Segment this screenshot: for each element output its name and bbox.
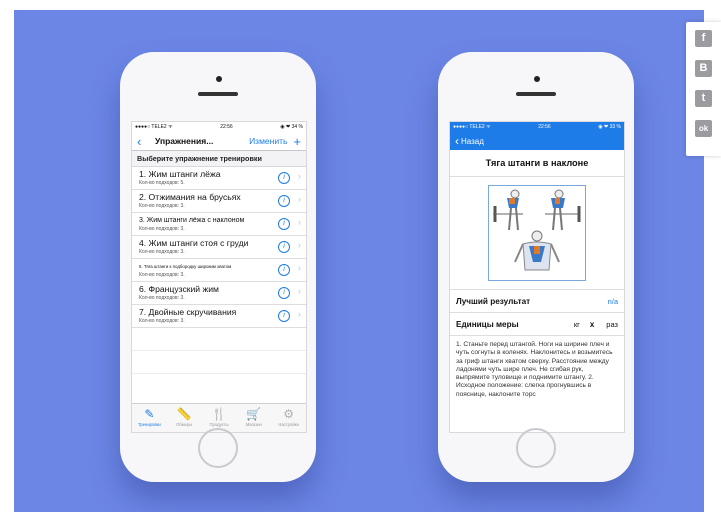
exercise-row[interactable]: 4. Жим штанги стоя с груди Кол-во подход… [132, 236, 306, 259]
info-icon[interactable]: i [278, 241, 290, 253]
home-button[interactable] [198, 428, 238, 468]
battery-indicator: ◉ ❤ 34 % [280, 124, 303, 130]
chevron-right-icon: › [298, 171, 301, 181]
best-result-label: Лучший результат [456, 296, 531, 306]
tab-shop[interactable]: 🛒 Магазин [236, 404, 271, 432]
nav-title: Упражнения... [155, 136, 214, 146]
exercise-name: 7. Двойные скручивания [139, 307, 237, 317]
exercise-name: 3. Жим штанги лёжа с наклоном [139, 217, 245, 224]
info-icon[interactable]: i [278, 172, 290, 184]
battery-indicator: ◉ ❤ 33 % [598, 124, 621, 130]
status-time: 22:56 [538, 124, 551, 130]
info-icon[interactable]: i [278, 287, 290, 299]
social-share-panel: f B t ok [686, 22, 721, 156]
exercise-name: 2. Отжимания на брусьях [139, 192, 241, 202]
exercise-sets: Кол-во подходов: 5. [139, 180, 185, 186]
edit-button[interactable]: Изменить [249, 136, 287, 146]
exercise-illustration [488, 185, 586, 281]
info-icon[interactable]: i [278, 264, 290, 276]
add-icon[interactable]: + [293, 134, 301, 149]
screen-exercise-detail: ●●●●○ TELE2 ᯤ 22:56 ◉ ❤ 33 % ‹ Назад Тяг… [449, 121, 625, 433]
exercise-title: Тяга штанги в наклоне [450, 150, 624, 177]
earpiece [198, 92, 238, 96]
exercise-row[interactable]: 2. Отжимания на брусьях Кол-во подходов:… [132, 190, 306, 213]
tab-label: Продукты [209, 422, 229, 427]
chevron-right-icon: › [298, 217, 301, 227]
carrier-signal: ●●●●○ TELE2 ᯤ [135, 124, 173, 130]
empty-row [132, 328, 306, 351]
status-bar: ●●●●○ TELE2 ᯤ 22:56 ◉ ❤ 34 % [132, 122, 306, 132]
unit-reps[interactable]: раз [606, 320, 618, 329]
earpiece [516, 92, 556, 96]
back-button[interactable]: Назад [461, 137, 484, 146]
section-header: Выберите упражнение тренировки [132, 151, 306, 167]
units-row: Единицы меры кг x раз [450, 312, 624, 335]
unit-kg[interactable]: кг [574, 320, 580, 329]
exercise-sets: Кол-во подходов: 3. [139, 295, 185, 301]
tab-measurements[interactable]: 📏 Обмеры [167, 404, 202, 432]
exercise-name: 1. Жим штанги лёжа [139, 169, 221, 179]
back-chevron-icon[interactable]: ‹ [137, 134, 155, 149]
tab-label: Магазин [245, 422, 262, 427]
exercise-sets: Кол-во подходов: 3. [139, 318, 185, 324]
info-icon[interactable]: i [278, 195, 290, 207]
best-result-row[interactable]: Лучший результат n/a [450, 289, 624, 312]
info-icon[interactable]: i [278, 310, 290, 322]
exercise-sets: Кол-во подходов: 3. [139, 226, 185, 232]
exercise-row[interactable]: 6. Французский жим Кол-во подходов: 3. i… [132, 282, 306, 305]
info-icon[interactable]: i [278, 218, 290, 230]
tab-label: Тренировки [138, 422, 161, 427]
promo-background: ●●●●○ TELE2 ᯤ 22:56 ◉ ❤ 34 % ‹ Упражнени… [14, 10, 704, 512]
tab-label: Обмеры [176, 422, 193, 427]
exercise-sets: Кол-во подходов: 3. [139, 203, 185, 209]
units-label: Единицы меры [456, 319, 519, 329]
vk-icon[interactable]: B [695, 60, 712, 77]
odnoklassniki-icon[interactable]: ok [695, 120, 712, 137]
empty-row [132, 351, 306, 374]
ruler-icon: 📏 [176, 407, 192, 421]
exercise-row[interactable]: 1. Жим штанги лёжа Кол-во подходов: 5. i… [132, 167, 306, 190]
barbell-row-illustration [493, 189, 581, 271]
best-result-value: n/a [607, 296, 618, 306]
exercise-sets: Кол-во подходов: 3. [139, 249, 185, 255]
fork-knife-icon: 🍴 [211, 407, 227, 421]
unit-times: x [589, 319, 595, 329]
exercise-row[interactable]: 5. Тяга штанги к подбородку широким хват… [132, 259, 306, 282]
front-camera [534, 76, 540, 82]
chevron-right-icon: › [298, 194, 301, 204]
navigation-bar: ‹ Упражнения... Изменить + [132, 132, 306, 151]
exercise-name: 6. Французский жим [139, 284, 219, 294]
twitter-icon[interactable]: t [695, 90, 712, 107]
navigation-bar: ‹ Назад [450, 132, 624, 150]
screen-exercise-list: ●●●●○ TELE2 ᯤ 22:56 ◉ ❤ 34 % ‹ Упражнени… [131, 121, 307, 433]
gear-icon: ⚙ [283, 407, 294, 421]
home-button[interactable] [516, 428, 556, 468]
chevron-right-icon: › [298, 263, 301, 273]
status-bar: ●●●●○ TELE2 ᯤ 22:56 ◉ ❤ 33 % [450, 122, 624, 132]
exercise-row[interactable]: 3. Жим штанги лёжа с наклоном Кол-во под… [132, 213, 306, 236]
chevron-right-icon: › [298, 286, 301, 296]
exercise-name: 5. Тяга штанги к подбородку широким хват… [139, 264, 232, 269]
tab-settings[interactable]: ⚙ Настройки [271, 404, 306, 432]
phone-mockup-left: ●●●●○ TELE2 ᯤ 22:56 ◉ ❤ 34 % ‹ Упражнени… [120, 52, 316, 482]
tab-label: Настройки [278, 422, 299, 427]
cart-icon: 🛒 [246, 407, 262, 421]
back-chevron-icon[interactable]: ‹ [455, 134, 459, 148]
exercise-name: 4. Жим штанги стоя с груди [139, 238, 249, 248]
chevron-right-icon: › [298, 309, 301, 319]
phone-mockup-right: ●●●●○ TELE2 ᯤ 22:56 ◉ ❤ 33 % ‹ Назад Тяг… [438, 52, 634, 482]
status-time: 22:56 [220, 124, 233, 130]
exercise-row[interactable]: 7. Двойные скручивания Кол-во подходов: … [132, 305, 306, 328]
tab-workouts[interactable]: ✎ Тренировки [132, 404, 167, 432]
exercise-description: 1. Станьте перед штангой. Ноги на ширине… [450, 335, 624, 404]
exercise-sets: Кол-во подходов: 3. [139, 272, 185, 278]
pencil-icon: ✎ [144, 407, 155, 421]
carrier-signal: ●●●●○ TELE2 ᯤ [453, 124, 491, 130]
front-camera [216, 76, 222, 82]
chevron-right-icon: › [298, 240, 301, 250]
facebook-icon[interactable]: f [695, 30, 712, 47]
